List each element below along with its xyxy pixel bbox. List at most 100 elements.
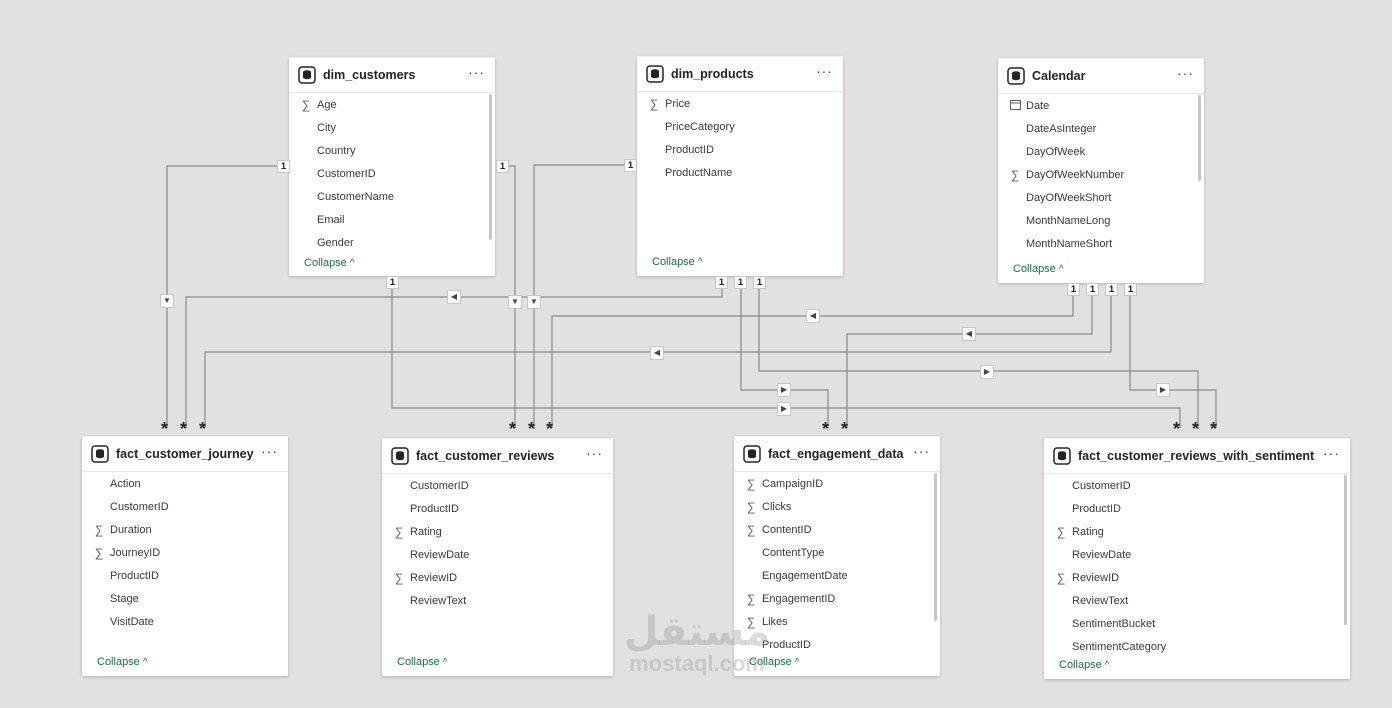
- field-row[interactable]: ReviewText: [382, 590, 605, 613]
- filter-direction-right-icon[interactable]: ▶: [1156, 383, 1170, 397]
- filter-direction-right-icon[interactable]: ▶: [980, 365, 994, 379]
- field-name: MonthNameLong: [1026, 215, 1111, 227]
- field-name: MonthNameShort: [1026, 238, 1113, 250]
- field-row[interactable]: ProductID: [734, 634, 932, 657]
- sigma-icon: ∑: [746, 592, 756, 606]
- scrollbar[interactable]: [489, 94, 492, 240]
- field-row[interactable]: Action: [82, 473, 280, 496]
- field-row[interactable]: ContentType: [734, 542, 932, 565]
- field-row[interactable]: DateAsInteger: [998, 118, 1196, 141]
- field-row[interactable]: ProductName: [637, 162, 835, 185]
- field-row[interactable]: ∑ Rating: [1044, 521, 1342, 544]
- filter-direction-right-icon[interactable]: ▶: [777, 402, 791, 416]
- field-row[interactable]: DayOfWeekShort: [998, 187, 1196, 210]
- cardinality-one: 1: [715, 276, 728, 289]
- more-options-icon[interactable]: ···: [1323, 445, 1340, 461]
- more-options-icon[interactable]: ···: [913, 443, 930, 459]
- model-diagram-canvas[interactable]: dim_customers ··· ∑ Age City Country Custome…: [0, 0, 1392, 708]
- field-row[interactable]: ProductID: [382, 498, 605, 521]
- field-row[interactable]: ∑ Age: [289, 94, 487, 117]
- sigma-icon: ∑: [94, 546, 104, 560]
- field-row[interactable]: ReviewDate: [382, 544, 605, 567]
- field-name: Age: [317, 99, 337, 111]
- field-row[interactable]: ReviewText: [1044, 590, 1342, 613]
- field-row[interactable]: Country: [289, 140, 487, 163]
- field-row[interactable]: CustomerID: [1044, 475, 1342, 498]
- field-row[interactable]: CustomerID: [382, 475, 605, 498]
- collapse-button[interactable]: Collapse ^: [652, 256, 703, 268]
- field-row[interactable]: Date: [998, 95, 1196, 118]
- more-options-icon[interactable]: ···: [1177, 65, 1194, 81]
- field-name: Duration: [110, 524, 152, 536]
- field-row[interactable]: ProductID: [1044, 498, 1342, 521]
- field-row[interactable]: CustomerName: [289, 186, 487, 209]
- field-row[interactable]: ReviewDate: [1044, 544, 1342, 567]
- table-card-calendar[interactable]: Calendar ··· Date DateAsInteger DayOfWeek ∑…: [998, 58, 1204, 283]
- rel-products-journey: [185, 288, 723, 428]
- field-row[interactable]: City: [289, 117, 487, 140]
- field-name: Stage: [110, 593, 139, 605]
- field-row[interactable]: ∑ ContentID: [734, 519, 932, 542]
- collapse-button[interactable]: Collapse ^: [304, 257, 355, 269]
- collapse-button[interactable]: Collapse ^: [749, 656, 800, 668]
- sigma-icon: ∑: [94, 523, 104, 537]
- filter-direction-right-icon[interactable]: ▶: [777, 383, 791, 397]
- field-row[interactable]: EngagementDate: [734, 565, 932, 588]
- field-row[interactable]: ∑ EngagementID: [734, 588, 932, 611]
- collapse-button[interactable]: Collapse ^: [97, 656, 148, 668]
- more-options-icon[interactable]: ···: [468, 64, 485, 80]
- table-card-dim-customers[interactable]: dim_customers ··· ∑ Age City Country Custome…: [289, 57, 495, 276]
- collapse-button[interactable]: Collapse ^: [397, 656, 448, 668]
- table-card-fact-customer-reviews-with-sentiment[interactable]: fact_customer_reviews_with_sentiment ···…: [1044, 438, 1350, 679]
- filter-direction-left-icon[interactable]: ◀: [650, 346, 664, 360]
- field-row[interactable]: Stage: [82, 588, 280, 611]
- table-card-fact-customer-reviews[interactable]: fact_customer_reviews ··· CustomerID Prod…: [382, 438, 613, 676]
- table-card-fact-engagement-data[interactable]: fact_engagement_data ··· ∑ CampaignID ∑ Cli…: [734, 436, 940, 676]
- field-row[interactable]: ∑ DayOfWeekNumber: [998, 164, 1196, 187]
- scrollbar[interactable]: [1198, 95, 1201, 181]
- field-row[interactable]: ∑ Rating: [382, 521, 605, 544]
- scrollbar[interactable]: [1344, 475, 1347, 625]
- filter-direction-left-icon[interactable]: ◀: [447, 290, 461, 304]
- collapse-button[interactable]: Collapse ^: [1059, 659, 1110, 671]
- field-row[interactable]: ∑ Likes: [734, 611, 932, 634]
- field-row[interactable]: ∑ ReviewID: [382, 567, 605, 590]
- cardinality-many: *: [1192, 419, 1200, 439]
- field-row[interactable]: ∑ Clicks: [734, 496, 932, 519]
- field-row[interactable]: SentimentCategory: [1044, 636, 1342, 659]
- field-row[interactable]: ∑ ReviewID: [1044, 567, 1342, 590]
- field-row[interactable]: CustomerID: [289, 163, 487, 186]
- field-row[interactable]: MonthNameShort: [998, 233, 1196, 256]
- field-row[interactable]: VisitDate: [82, 611, 280, 634]
- filter-direction-down-icon[interactable]: ▼: [508, 295, 522, 309]
- field-row[interactable]: DayOfWeek: [998, 141, 1196, 164]
- filter-direction-left-icon[interactable]: ◀: [962, 327, 976, 341]
- filter-direction-left-icon[interactable]: ◀: [806, 309, 820, 323]
- field-row[interactable]: MonthNameLong: [998, 210, 1196, 233]
- more-options-icon[interactable]: ···: [586, 445, 603, 461]
- table-card-fact-customer-journey[interactable]: fact_customer_journey ··· Action Customer…: [82, 436, 288, 676]
- table-card-dim-products[interactable]: dim_products ··· ∑ Price PriceCategory Prod…: [637, 56, 843, 276]
- field-row[interactable]: PriceCategory: [637, 116, 835, 139]
- field-row[interactable]: ProductID: [637, 139, 835, 162]
- field-row[interactable]: ∑ Duration: [82, 519, 280, 542]
- field-row[interactable]: ProductID: [82, 565, 280, 588]
- field-row[interactable]: ∑ JourneyID: [82, 542, 280, 565]
- field-name: Rating: [1072, 526, 1104, 538]
- field-row[interactable]: CustomerID: [82, 496, 280, 519]
- chevron-up-icon: ^: [142, 657, 148, 668]
- field-row[interactable]: Gender: [289, 232, 487, 255]
- filter-direction-down-icon[interactable]: ▼: [160, 294, 174, 308]
- scrollbar[interactable]: [934, 473, 937, 621]
- field-row[interactable]: SentimentBucket: [1044, 613, 1342, 636]
- more-options-icon[interactable]: ···: [261, 443, 278, 459]
- field-name: EngagementDate: [762, 570, 848, 582]
- field-row[interactable]: ∑ CampaignID: [734, 473, 932, 496]
- field-name: Date: [1026, 100, 1050, 112]
- collapse-button[interactable]: Collapse ^: [1013, 263, 1064, 275]
- field-row[interactable]: ∑ Price: [637, 93, 835, 116]
- more-options-icon[interactable]: ···: [816, 63, 833, 79]
- field-name: SentimentBucket: [1072, 618, 1156, 630]
- filter-direction-down-icon[interactable]: ▼: [527, 295, 541, 309]
- field-row[interactable]: Email: [289, 209, 487, 232]
